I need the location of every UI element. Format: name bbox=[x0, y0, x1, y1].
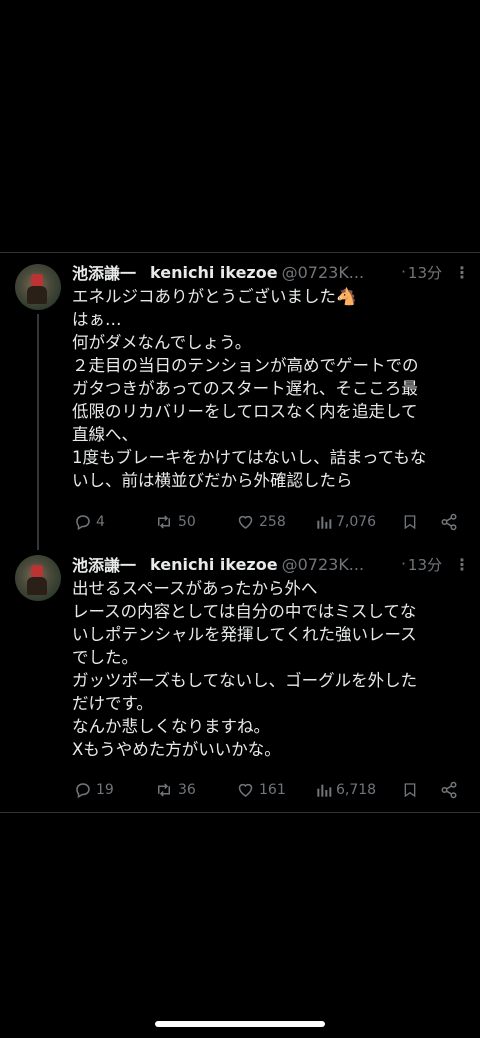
bookmark-button[interactable] bbox=[402, 781, 440, 799]
author-display-name[interactable]: kenichi ikezoe bbox=[150, 263, 278, 282]
text-line: レースの内容としては自分の中ではミスしてな bbox=[72, 602, 417, 621]
heart-icon bbox=[238, 783, 253, 797]
author-name[interactable]: 池添謙一 bbox=[72, 260, 136, 284]
tweet-text: 出せるスペースがあったから外へ レースの内容としては自分の中ではミスしてな いし… bbox=[72, 577, 466, 761]
views-count: 7,076 bbox=[336, 514, 377, 530]
views-count: 6,718 bbox=[336, 782, 377, 798]
home-indicator[interactable] bbox=[155, 1021, 325, 1027]
author-handle[interactable]: @0723K... bbox=[282, 555, 398, 574]
separator-dot: · bbox=[401, 263, 406, 281]
reply-count: 19 bbox=[96, 782, 114, 798]
repost-icon bbox=[158, 783, 170, 797]
bookmark-button[interactable] bbox=[402, 513, 440, 531]
text-line: はぁ… bbox=[72, 310, 122, 329]
text-line: エネルジコありがとうございました🐴 bbox=[72, 287, 357, 306]
text-line: ２走目の当日のテンションが高めでゲートでの bbox=[72, 356, 419, 375]
more-options-icon[interactable]: ⋮ bbox=[454, 263, 470, 282]
bottom-divider bbox=[0, 812, 480, 813]
views-button[interactable]: 6,718 bbox=[316, 781, 402, 799]
tweet-text: エネルジコありがとうございました🐴 はぁ… 何がダメなんでしょう。 ２走目の当日… bbox=[72, 285, 466, 492]
timestamp[interactable]: 13分 bbox=[408, 262, 442, 283]
repost-count: 36 bbox=[178, 782, 196, 798]
like-count: 258 bbox=[259, 514, 286, 530]
text-line: でした。 bbox=[72, 648, 138, 667]
views-button[interactable]: 7,076 bbox=[316, 513, 402, 531]
text-line: 低限のリカバリーをしてロスなく内を追走して bbox=[72, 402, 418, 421]
share-button[interactable] bbox=[440, 781, 462, 799]
author-handle[interactable]: @0723K... bbox=[282, 263, 398, 282]
tweet-header: 池添謙一 kenichi ikezoe @0723K... · 13分 ⋮ bbox=[72, 552, 470, 576]
top-divider bbox=[0, 252, 480, 253]
text-line: ガタつきがあってのスタート遅れ、そこころ最 bbox=[72, 379, 418, 398]
text-line: Xもうやめた方がいいかな。 bbox=[72, 740, 281, 759]
repost-icon bbox=[158, 515, 170, 529]
share-icon bbox=[441, 781, 457, 799]
avatar[interactable] bbox=[15, 264, 61, 310]
author-name[interactable]: 池添謙一 bbox=[72, 552, 136, 576]
tweet-actions: 19 36 161 6,718 bbox=[74, 779, 464, 801]
horse-figure bbox=[27, 286, 47, 304]
avatar[interactable] bbox=[15, 555, 61, 601]
repost-button[interactable]: 36 bbox=[154, 781, 236, 799]
text-line: 直線へ、 bbox=[72, 425, 138, 444]
more-options-icon[interactable]: ⋮ bbox=[454, 555, 470, 574]
reply-icon bbox=[76, 783, 90, 799]
heart-icon bbox=[238, 515, 253, 529]
views-icon bbox=[317, 784, 332, 797]
views-icon bbox=[317, 516, 332, 529]
like-button[interactable]: 161 bbox=[236, 781, 316, 799]
text-line: ガッツポーズもしてないし、ゴーグルを外した bbox=[72, 671, 418, 690]
repost-count: 50 bbox=[178, 514, 196, 530]
text-line: いし、前は横並びだから外確認したら bbox=[72, 471, 353, 490]
repost-button[interactable]: 50 bbox=[154, 513, 236, 531]
text-line: 出せるスペースがあったから外へ bbox=[72, 579, 318, 598]
bookmark-icon bbox=[404, 515, 416, 530]
text-line: 1度もブレーキをかけてはないし、詰まってもな bbox=[72, 448, 427, 467]
timestamp[interactable]: 13分 bbox=[408, 554, 442, 575]
thread-connector bbox=[37, 314, 39, 550]
share-button[interactable] bbox=[440, 513, 462, 531]
text-line: 何がダメなんでしょう。 bbox=[72, 333, 252, 352]
reply-button[interactable]: 19 bbox=[74, 781, 154, 799]
author-display-name[interactable]: kenichi ikezoe bbox=[150, 555, 278, 574]
text-line: だけです。 bbox=[72, 694, 153, 713]
separator-dot: · bbox=[401, 555, 406, 573]
text-line: なんか悲しくなりますね。 bbox=[72, 717, 270, 736]
tweet-actions: 4 50 258 7,076 bbox=[74, 511, 464, 533]
tweet-header: 池添謙一 kenichi ikezoe @0723K... · 13分 ⋮ bbox=[72, 260, 470, 284]
share-icon bbox=[441, 513, 457, 531]
reply-icon bbox=[76, 515, 90, 531]
horse-figure bbox=[27, 577, 47, 595]
text-line: いしポテンシャルを発揮してくれた強いレース bbox=[72, 625, 417, 644]
like-count: 161 bbox=[259, 782, 286, 798]
reply-button[interactable]: 4 bbox=[74, 513, 154, 531]
reply-count: 4 bbox=[96, 514, 105, 530]
bookmark-icon bbox=[404, 783, 416, 798]
like-button[interactable]: 258 bbox=[236, 513, 316, 531]
